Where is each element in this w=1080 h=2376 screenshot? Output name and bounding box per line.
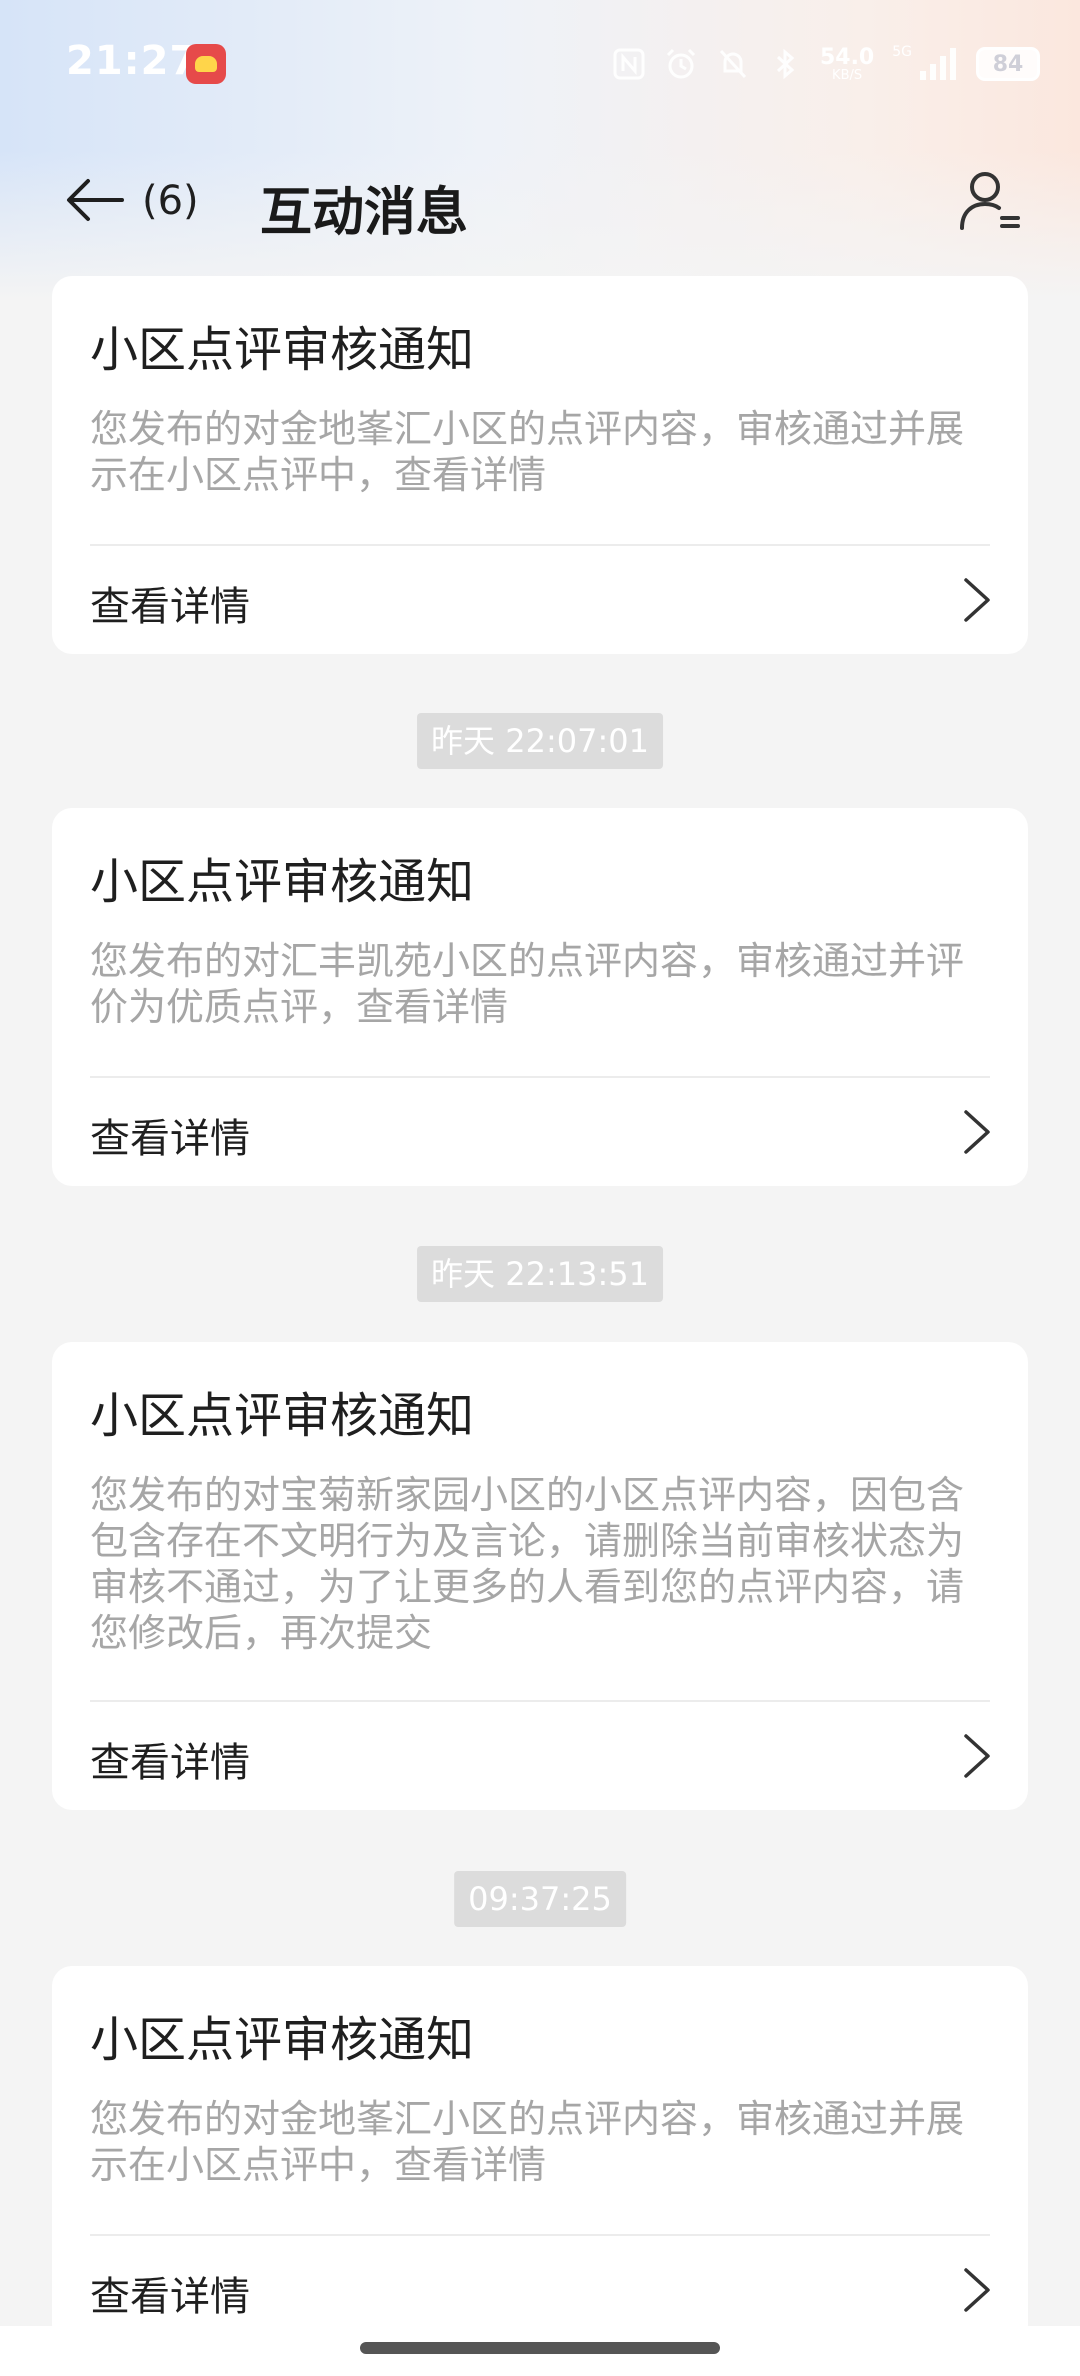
user-list-button[interactable] bbox=[958, 168, 1022, 234]
status-time: 21:27 bbox=[66, 38, 199, 84]
user-list-icon bbox=[960, 172, 1020, 230]
timestamp: 09:37:25 bbox=[454, 1871, 626, 1927]
battery-icon: 84 bbox=[976, 47, 1040, 81]
view-details-label: 查看详情 bbox=[90, 1740, 250, 1786]
view-details-row[interactable]: 查看详情 bbox=[52, 546, 1028, 654]
chevron-right-icon bbox=[962, 2266, 992, 2314]
notification-title: 小区点评审核通知 bbox=[90, 2012, 475, 2068]
network-speed: 54.0 KB/S bbox=[819, 44, 875, 83]
notification-body: 您发布的对金地峯汇小区的点评内容，审核通过并展示在小区点评中，查看详情 bbox=[90, 2097, 965, 2187]
notification-body: 您发布的对宝菊新家园小区的小区点评内容，因包含包含存在不文明行为及言论，请删除当… bbox=[90, 1473, 965, 1655]
view-details-row[interactable]: 查看详情 bbox=[52, 1702, 1028, 1810]
status-bar: 21:27 54.0 KB/S 5G 84 bbox=[0, 0, 1080, 120]
signal-type-label: 5G bbox=[892, 44, 912, 60]
app-notification-icon bbox=[186, 44, 226, 84]
header: (6) 互动消息 bbox=[0, 150, 1080, 250]
signal-icon bbox=[918, 47, 958, 81]
chevron-right-icon bbox=[962, 576, 992, 624]
notification-card: 小区点评审核通知 您发布的对宝菊新家园小区的小区点评内容，因包含包含存在不文明行… bbox=[52, 1342, 1028, 1810]
back-button[interactable] bbox=[62, 172, 126, 228]
notification-title: 小区点评审核通知 bbox=[90, 322, 475, 378]
mute-icon bbox=[716, 47, 750, 81]
notification-body: 您发布的对汇丰凯苑小区的点评内容，审核通过并评价为优质点评，查看详情 bbox=[90, 939, 965, 1029]
home-indicator[interactable] bbox=[360, 2342, 720, 2354]
unread-count: (6) bbox=[142, 178, 199, 224]
view-details-label: 查看详情 bbox=[90, 584, 250, 630]
notification-body: 您发布的对金地峯汇小区的点评内容，审核通过并展示在小区点评中，查看详情 bbox=[90, 407, 965, 497]
notification-title: 小区点评审核通知 bbox=[90, 1388, 475, 1444]
notification-card: 小区点评审核通知 您发布的对金地峯汇小区的点评内容，审核通过并展示在小区点评中，… bbox=[52, 1966, 1028, 2344]
battery-level: 84 bbox=[992, 51, 1024, 77]
network-speed-unit: KB/S bbox=[832, 67, 863, 83]
timestamp: 昨天 22:13:51 bbox=[417, 1246, 663, 1302]
arrow-left-icon bbox=[67, 179, 124, 221]
view-details-label: 查看详情 bbox=[90, 2274, 250, 2320]
network-speed-value: 54.0 bbox=[819, 44, 875, 70]
nfc-icon bbox=[612, 47, 646, 81]
view-details-label: 查看详情 bbox=[90, 1116, 250, 1162]
status-icons: 54.0 KB/S 5G 84 bbox=[612, 40, 1040, 88]
chevron-right-icon bbox=[962, 1732, 992, 1780]
notification-card: 小区点评审核通知 您发布的对汇丰凯苑小区的点评内容，审核通过并评价为优质点评，查… bbox=[52, 808, 1028, 1186]
notification-card: 小区点评审核通知 您发布的对金地峯汇小区的点评内容，审核通过并展示在小区点评中，… bbox=[52, 276, 1028, 654]
timestamp: 昨天 22:07:01 bbox=[417, 713, 663, 769]
notification-title: 小区点评审核通知 bbox=[90, 854, 475, 910]
chevron-right-icon bbox=[962, 1108, 992, 1156]
alarm-icon bbox=[664, 47, 698, 81]
page-title: 互动消息 bbox=[260, 183, 469, 243]
view-details-row[interactable]: 查看详情 bbox=[52, 1078, 1028, 1186]
bluetooth-icon bbox=[768, 47, 802, 81]
